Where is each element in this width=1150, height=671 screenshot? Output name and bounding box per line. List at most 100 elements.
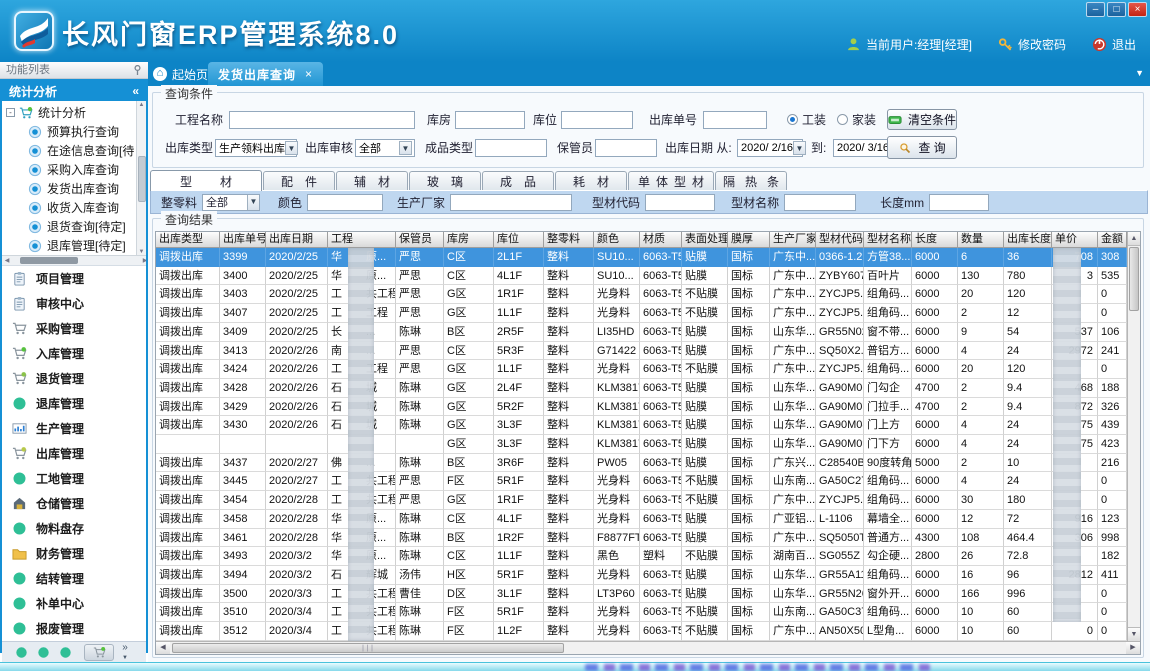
column-header[interactable]: 膜厚 <box>728 232 770 248</box>
material-tab-型材[interactable]: 型材 <box>150 170 262 191</box>
pin-icon[interactable] <box>133 65 142 76</box>
sidebar-item-结转管理[interactable]: 结转管理 <box>2 566 146 591</box>
table-row[interactable]: 调拨出库34032020/2/25工共工程严思G区1R1F整料光身料6063-T… <box>156 285 1127 304</box>
column-header[interactable]: 库位 <box>494 232 544 248</box>
material-tab-隔热条[interactable]: 隔热条 <box>715 171 787 191</box>
profile-name-input[interactable] <box>784 194 856 211</box>
horizontal-scrollbar[interactable]: ◀ ∣∣∣ ▶ <box>156 641 1140 654</box>
column-header[interactable]: 型材名称 <box>864 232 912 248</box>
material-tab-单体型材[interactable]: 单体型材 <box>628 171 714 191</box>
tab-home[interactable]: ⌂ 起始页 <box>153 62 208 86</box>
tree-item[interactable]: 采购入库查询 <box>2 160 136 179</box>
section-header-statistics[interactable]: 统计分析 « <box>2 81 146 101</box>
tree-item[interactable]: 发货出库查询 <box>2 179 136 198</box>
material-tab-耗材[interactable]: 耗材 <box>555 171 627 191</box>
table-row[interactable]: 调拨出库34372020/2/27佛...陈琳B区3R6F整料PW056063-… <box>156 454 1127 473</box>
column-header[interactable]: 出库类型 <box>156 232 220 248</box>
table-row[interactable]: 调拨出库34072020/2/25工工程严思G区1L1F整料光身料6063-T5… <box>156 304 1127 323</box>
sidebar-item-生产管理[interactable]: 生产管理 <box>2 416 146 441</box>
product-type-input[interactable] <box>475 139 547 157</box>
column-header[interactable]: 出库单号 <box>220 232 266 248</box>
column-header[interactable]: 颜色 <box>594 232 640 248</box>
table-row[interactable]: 调拨出库34242020/2/26工工程严思G区1L1F整料光身料6063-T5… <box>156 360 1127 379</box>
column-header[interactable]: 出库日期 <box>266 232 328 248</box>
tree-item[interactable]: 退库管理[待定] <box>2 236 136 255</box>
tree-item[interactable]: 收货入库查询 <box>2 198 136 217</box>
table-row[interactable]: 调拨出库34282020/2/26石城陈琳G区2L4F整料KLM38176063… <box>156 379 1127 398</box>
table-row[interactable]: 调拨出库35102020/3/4工共工程陈琳F区5R1F整料光身料6063-T5… <box>156 603 1127 622</box>
audit-select[interactable]: 全部▼ <box>355 139 415 157</box>
location-input[interactable] <box>561 111 633 129</box>
material-tab-成品[interactable]: 成品 <box>482 171 554 191</box>
column-header[interactable]: 库房 <box>444 232 494 248</box>
warehouse-input[interactable] <box>455 111 525 129</box>
tab-close-icon[interactable]: × <box>305 67 313 81</box>
sidebar-item-退库管理[interactable]: 退库管理 <box>2 391 146 416</box>
table-row[interactable]: 调拨出库34542020/2/28工共工程严思G区1R1F整料光身料6063-T… <box>156 491 1127 510</box>
table-row[interactable]: 调拨出库34132020/2/26南...严思C区5R3F整料G71422606… <box>156 342 1127 361</box>
tab-shipping-outbound-query[interactable]: 发货出库查询 × <box>208 62 323 86</box>
maximize-button[interactable]: □ <box>1107 2 1126 17</box>
column-header[interactable]: 数量 <box>958 232 1004 248</box>
tree-item[interactable]: 退货查询[待定] <box>2 217 136 236</box>
column-header[interactable]: 工程 <box>328 232 396 248</box>
table-row[interactable]: 调拨出库34002020/2/25华原...严思C区4L1F整料SU10...6… <box>156 267 1127 286</box>
column-header[interactable]: 表面处理 <box>682 232 728 248</box>
module-circle-icon[interactable] <box>15 646 28 659</box>
sidebar-item-项目管理[interactable]: 项目管理 <box>2 266 146 291</box>
column-header[interactable]: 长度 <box>912 232 958 248</box>
column-header[interactable]: 生产厂家 <box>770 232 816 248</box>
table-row[interactable]: 调拨出库34302020/2/26石城陈琳G区3L3F整料KLM38176063… <box>156 416 1127 435</box>
date-from-picker[interactable]: 2020/ 2/16▼ <box>737 139 803 157</box>
table-row[interactable]: 调拨出库34942020/3/2石辉城汤伟H区5R1F整料光身料6063-T5贴… <box>156 566 1127 585</box>
vertical-scrollbar[interactable]: ▲ ▼ <box>1127 232 1140 641</box>
sidebar-item-报废管理[interactable]: 报废管理 <box>2 616 146 641</box>
manufacturer-input[interactable] <box>450 194 572 211</box>
out-type-select[interactable]: 生产领料出库▼ <box>215 139 297 157</box>
table-row[interactable]: 调拨出库34612020/2/28华原...陈琳B区1R2F整料F8877FT6… <box>156 529 1127 548</box>
tree-root-statistics[interactable]: -统计分析 <box>2 103 136 122</box>
keeper-input[interactable] <box>595 139 657 157</box>
sidebar-item-仓储管理[interactable]: 仓储管理 <box>2 491 146 516</box>
column-header[interactable]: 金额 <box>1098 232 1127 248</box>
table-row[interactable]: 调拨出库34292020/2/26石城陈琳G区5R2F整料KLM38176063… <box>156 398 1127 417</box>
material-tab-玻璃[interactable]: 玻璃 <box>409 171 481 191</box>
table-row[interactable]: 调拨出库33992020/2/25华原...严思C区2L1F整料SU10...6… <box>156 248 1127 267</box>
logout-button[interactable]: 退出 <box>1092 36 1136 53</box>
material-tab-辅材[interactable]: 辅材 <box>336 171 408 191</box>
profile-code-input[interactable] <box>645 194 715 211</box>
tree-expander-icon[interactable]: - <box>6 108 15 117</box>
sidebar-item-工地管理[interactable]: 工地管理 <box>2 466 146 491</box>
tab-list-caret-icon[interactable]: ▼ <box>1135 68 1144 78</box>
module-circle-icon[interactable] <box>59 646 72 659</box>
change-password-button[interactable]: 修改密码 <box>998 36 1066 53</box>
tree-item[interactable]: 在途信息查询[待 <box>2 141 136 160</box>
toolbar-more-button[interactable]: »▼ <box>122 643 128 663</box>
sidebar-item-采购管理[interactable]: 采购管理 <box>2 316 146 341</box>
tree-horizontal-scrollbar[interactable]: ◀▶ <box>2 255 146 265</box>
tree-item[interactable]: 预算执行查询 <box>2 122 136 141</box>
table-row[interactable]: 调拨出库35122020/3/4工共工程陈琳F区1L2F整料光身料6063-T5… <box>156 622 1127 641</box>
minimize-button[interactable]: – <box>1086 2 1105 17</box>
table-row[interactable]: 调拨出库34932020/3/2华原...陈琳C区1L1F整料黑色塑料不贴膜国标… <box>156 547 1127 566</box>
table-row[interactable]: 调拨出库34092020/2/25长...陈琳B区2R5F整料LI35HD606… <box>156 323 1127 342</box>
column-header[interactable]: 出库长度 <box>1004 232 1052 248</box>
sidebar-item-入库管理[interactable]: 入库管理 <box>2 341 146 366</box>
sidebar-item-补单中心[interactable]: 补单中心 <box>2 591 146 616</box>
search-button[interactable]: 查 询 <box>887 136 957 159</box>
cart-module-button[interactable] <box>84 644 114 661</box>
whole-part-select[interactable]: 全部▼ <box>202 194 260 211</box>
color-input[interactable] <box>307 194 383 211</box>
sidebar-item-退货管理[interactable]: 退货管理 <box>2 366 146 391</box>
column-header[interactable]: 型材代码 <box>816 232 864 248</box>
sidebar-item-财务管理[interactable]: 财务管理 <box>2 541 146 566</box>
project-name-input[interactable] <box>229 111 415 129</box>
column-header[interactable]: 材质 <box>640 232 682 248</box>
material-tab-配件[interactable]: 配件 <box>263 171 335 191</box>
column-header[interactable]: 保管员 <box>396 232 444 248</box>
radio-gongzhuang[interactable]: 工装 <box>787 111 826 128</box>
length-input[interactable] <box>929 194 989 211</box>
column-header[interactable]: 单价 <box>1052 232 1098 248</box>
table-row[interactable]: G区3L3F整料KLM38176063-T5贴膜国标山东华...GA90M09.… <box>156 435 1127 454</box>
table-row[interactable]: 调拨出库35002020/3/3工共工程曹佳D区3L1F整料LT3P606063… <box>156 585 1127 604</box>
